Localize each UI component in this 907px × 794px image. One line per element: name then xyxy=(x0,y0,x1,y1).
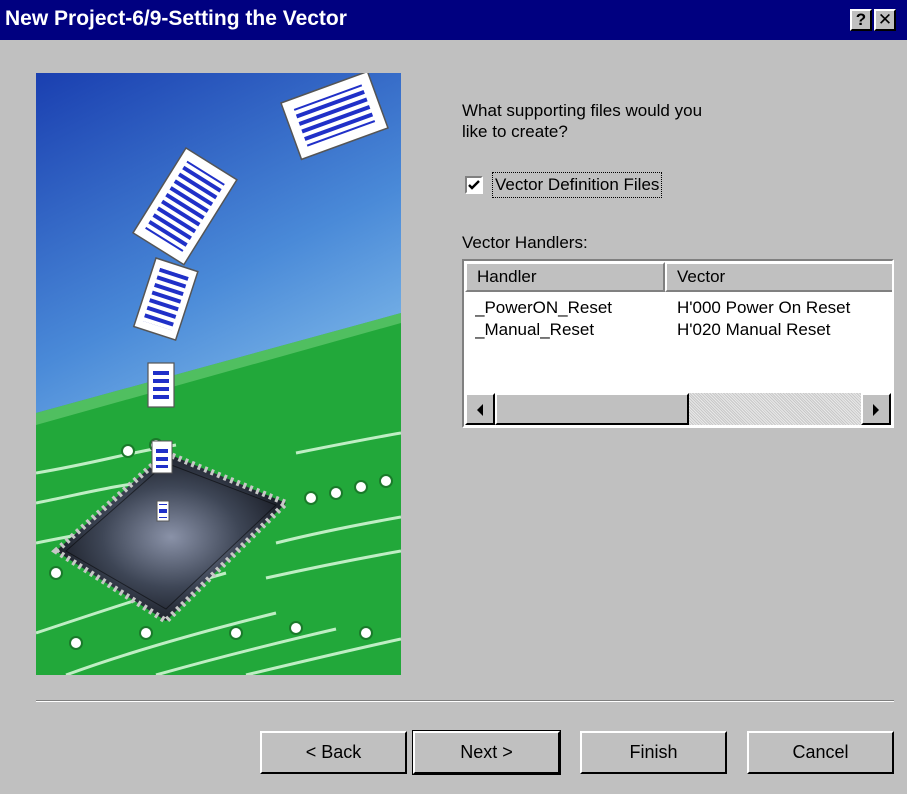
handler-cell: _Manual_Reset xyxy=(475,320,595,339)
vector-definition-files-checkbox[interactable] xyxy=(465,176,483,194)
column-header-handler[interactable]: Handler xyxy=(465,262,665,292)
cancel-button[interactable]: Cancel xyxy=(747,731,894,774)
prompt-text: What supporting files would you like to … xyxy=(462,100,702,142)
button-separator xyxy=(36,700,894,702)
help-button[interactable]: ? xyxy=(850,9,872,31)
list-row[interactable]: _PowerON_Reset H'000 Power On Reset xyxy=(464,297,892,318)
scroll-right-button[interactable] xyxy=(861,393,891,425)
window-title: New Project-6/9-Setting the Vector xyxy=(5,7,347,30)
vector-definition-files-label[interactable]: Vector Definition Files xyxy=(491,172,663,198)
prompt-line-2: like to create? xyxy=(462,122,568,141)
close-button[interactable]: ✕ xyxy=(874,9,896,31)
vector-handlers-label: Vector Handlers: xyxy=(462,233,588,252)
prompt-line-1: What supporting files would you xyxy=(462,101,703,120)
wizard-illustration xyxy=(36,73,401,675)
right-arrow-icon xyxy=(873,404,879,416)
next-button[interactable]: Next > xyxy=(412,730,561,775)
vector-cell: H'020 Manual Reset xyxy=(677,320,831,339)
vector-handlers-list[interactable]: Handler Vector _PowerON_Reset H'000 Powe… xyxy=(462,259,894,428)
title-bar[interactable]: New Project-6/9-Setting the Vector ? ✕ xyxy=(0,0,907,40)
close-icon: ✕ xyxy=(877,10,893,29)
back-button[interactable]: < Back xyxy=(260,731,407,774)
wizard-window: New Project-6/9-Setting the Vector ? ✕ W… xyxy=(0,0,907,794)
illustration-graphic xyxy=(36,73,401,675)
vector-cell: H'000 Power On Reset xyxy=(677,298,851,317)
scroll-left-button[interactable] xyxy=(465,393,495,425)
handler-cell: _PowerON_Reset xyxy=(475,298,613,317)
horizontal-scrollbar[interactable] xyxy=(465,393,891,425)
scrollbar-thumb[interactable] xyxy=(495,393,689,425)
left-arrow-icon xyxy=(477,404,483,416)
finish-button[interactable]: Finish xyxy=(580,731,727,774)
help-icon: ? xyxy=(855,10,867,29)
list-row[interactable]: _Manual_Reset H'020 Manual Reset xyxy=(464,319,892,340)
checkmark-icon xyxy=(468,180,480,190)
column-header-vector[interactable]: Vector xyxy=(665,262,892,292)
